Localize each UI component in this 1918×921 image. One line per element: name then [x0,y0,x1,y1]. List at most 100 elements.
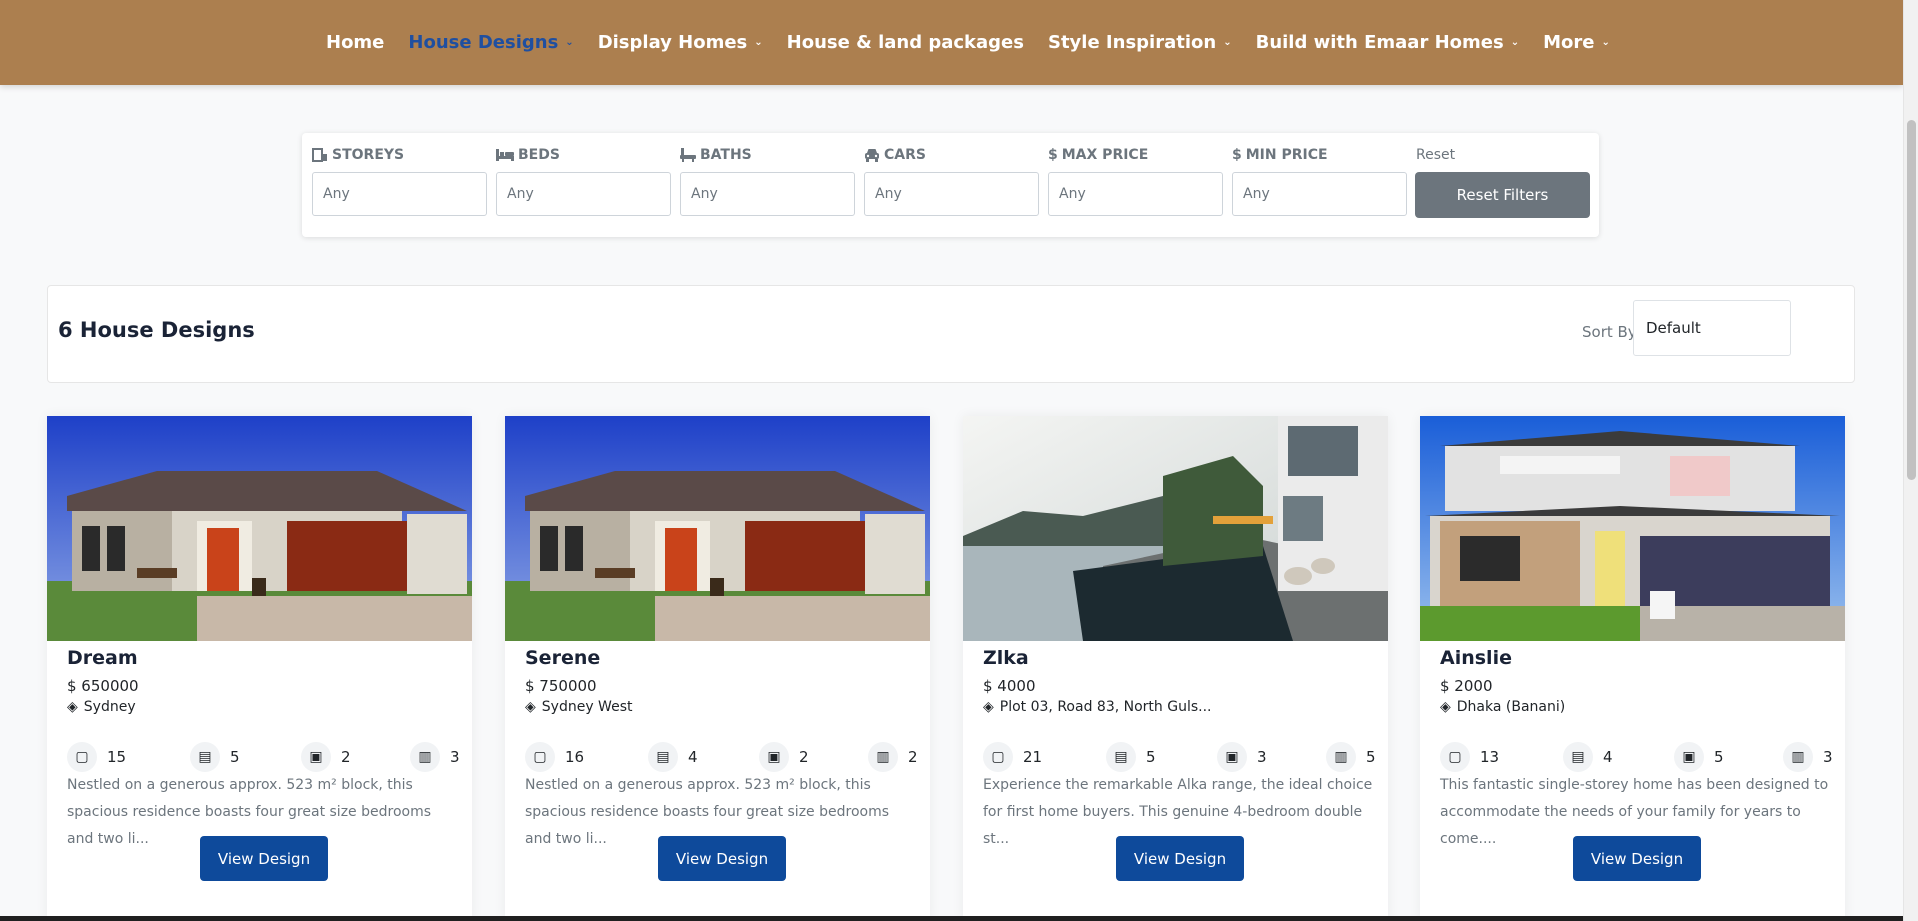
nav-style-inspiration-label: Style Inspiration [1047,32,1217,53]
stat-cars-value: 2 [799,748,809,766]
house-card: Zlka $ 4000 ◈ Plot 03, Road 83, North Gu… [963,416,1388,921]
filter-min-price-label: $ MIN PRICE [1232,145,1407,165]
house-image[interactable] [1420,416,1845,641]
reset-filters-button[interactable]: Reset Filters [1415,172,1590,218]
cars-select[interactable]: Any [864,172,1039,216]
top-navbar: Home House Designs ⌄ Display Homes ⌄ House… [0,0,1903,85]
storey-icon [312,148,327,162]
bath-icon: ▥ [410,742,440,772]
stat-beds-value: 5 [230,748,240,766]
car-icon [865,149,879,162]
max-price-select[interactable]: Any [1048,172,1223,216]
nav-style-inspiration[interactable]: Style Inspiration ⌄ [1036,32,1244,53]
stat-beds: ▤ 5 [190,742,240,772]
stat-storeys: ▢ 13 [1440,742,1499,772]
stat-cars-value: 2 [341,748,351,766]
card-price: $ 4000 [983,677,1036,695]
stat-beds: ▤ 4 [1563,742,1613,772]
house-image[interactable] [47,416,472,641]
nav-house-designs[interactable]: House Designs ⌄ [396,32,585,53]
stat-baths-value: 3 [450,748,460,766]
cars-value: Any [875,186,902,202]
card-location-text: Sydney [83,699,136,715]
nav-home-label: Home [326,32,385,53]
chevron-down-icon: ⌄ [1223,37,1232,48]
view-design-button[interactable]: View Design [1116,836,1244,881]
nav-house-land-label: House & land packages [786,32,1024,53]
location-icon: ◈ [1440,699,1451,715]
nav-display-homes[interactable]: Display Homes ⌄ [586,32,775,53]
min-price-select[interactable]: Any [1232,172,1407,216]
filter-baths-text: BATHS [700,147,752,163]
nav-display-homes-label: Display Homes [597,32,748,53]
nav-build-with-emaar[interactable]: Build with Emaar Homes ⌄ [1244,32,1532,53]
nav-house-land-packages[interactable]: House & land packages [775,32,1036,53]
filter-panel: STOREYS Any BEDS Any BATHS Any CARS Any … [302,133,1599,237]
filter-beds-text: BEDS [518,147,560,163]
beds-select[interactable]: Any [496,172,671,216]
card-stats: ▢ 21 ▤ 5 ▣ 3 ▥ 5 [983,742,1378,772]
min-price-value: Any [1243,186,1270,202]
nav-home[interactable]: Home [314,32,396,53]
house-image[interactable] [963,416,1388,641]
view-design-button[interactable]: View Design [1573,836,1701,881]
storey-icon: ▢ [1440,742,1470,772]
baths-value: Any [691,186,718,202]
car-icon: ▣ [1674,742,1704,772]
stat-baths: ▥ 3 [410,742,460,772]
bottom-edge [0,916,1903,921]
location-icon: ◈ [67,699,78,715]
stat-beds: ▤ 4 [648,742,698,772]
max-price-value: Any [1059,186,1086,202]
card-title[interactable]: Ainslie [1440,647,1512,669]
dollar-icon: $ [1232,147,1242,163]
stat-storeys-value: 21 [1023,748,1043,766]
results-count-title: 6 House Designs [58,318,255,342]
main-nav: Home House Designs ⌄ Display Homes ⌄ House… [314,0,1622,85]
storey-icon: ▢ [525,742,555,772]
car-icon: ▣ [759,742,789,772]
house-card: Serene $ 750000 ◈ Sydney West ▢ 16 ▤ 4 ▣ 2 … [505,416,930,921]
scrollbar-thumb[interactable] [1907,120,1916,480]
house-card: Dream $ 650000 ◈ Sydney ▢ 15 ▤ 5 ▣ 2 ▥ 3 Nes… [47,416,472,921]
storeys-select[interactable]: Any [312,172,487,216]
stat-storeys: ▢ 21 [983,742,1042,772]
bed-icon [496,149,514,161]
bed-icon: ▤ [648,742,678,772]
filter-baths: BATHS Any [680,145,855,216]
view-design-button[interactable]: View Design [658,836,786,881]
card-location: ◈ Sydney West [525,699,632,715]
stat-baths: ▥ 3 [1783,742,1833,772]
nav-house-designs-label: House Designs [408,32,559,53]
card-location-text: Dhaka (Banani) [1456,699,1566,715]
sort-label: Sort By: [1582,323,1641,341]
stat-beds: ▤ 5 [1106,742,1156,772]
filter-max-price-label: $ MAX PRICE [1048,145,1223,165]
stat-cars-value: 3 [1257,748,1267,766]
card-location-text: Sydney West [541,699,633,715]
view-design-button[interactable]: View Design [200,836,328,881]
house-image[interactable] [505,416,930,641]
card-price: $ 650000 [67,677,139,695]
nav-more-label: More [1543,32,1595,53]
bath-icon [680,148,696,162]
card-title[interactable]: Serene [525,647,600,669]
page-scrollbar[interactable] [1903,0,1918,921]
stat-storeys-value: 16 [565,748,585,766]
chevron-down-icon: ⌄ [754,37,763,48]
nav-build-with-emaar-label: Build with Emaar Homes [1255,32,1504,53]
bed-icon: ▤ [1563,742,1593,772]
baths-select[interactable]: Any [680,172,855,216]
stat-beds-value: 4 [688,748,698,766]
sort-select[interactable]: Default [1633,300,1791,356]
chevron-down-icon: ⌄ [565,37,574,48]
filter-baths-label: BATHS [680,145,855,165]
card-title[interactable]: Dream [67,647,138,669]
stat-storeys: ▢ 15 [67,742,126,772]
stat-cars: ▣ 2 [301,742,351,772]
filter-storeys-label: STOREYS [312,145,487,165]
card-title[interactable]: Zlka [983,647,1029,669]
car-icon: ▣ [301,742,331,772]
stat-beds-value: 4 [1603,748,1613,766]
nav-more[interactable]: More ⌄ [1531,32,1622,53]
